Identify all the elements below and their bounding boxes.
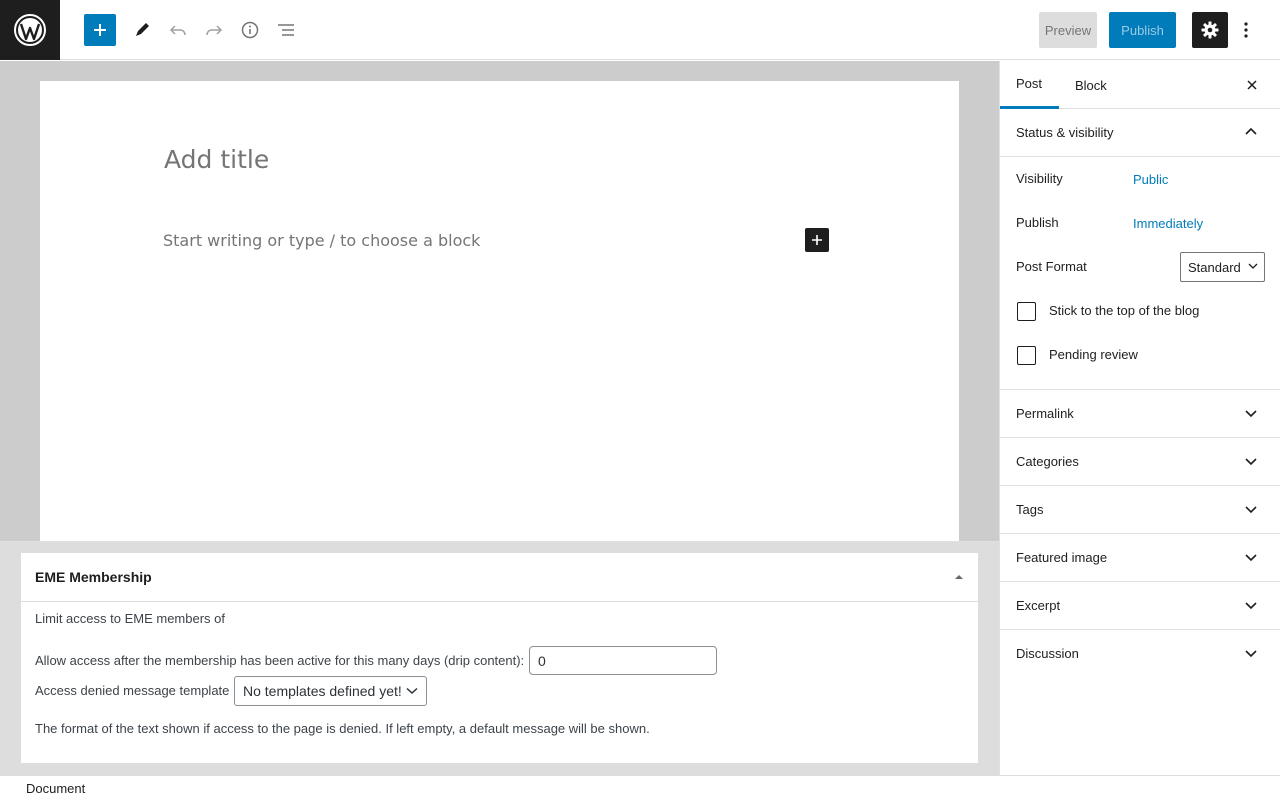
tab-block[interactable]: Block (1059, 61, 1123, 109)
pending-review-checkbox[interactable] (1017, 346, 1036, 365)
template-select[interactable]: No templates defined yet! (234, 676, 427, 706)
chevron-down-icon (406, 687, 418, 695)
sticky-checkbox[interactable] (1017, 302, 1036, 321)
panel-permalink-toggle[interactable]: Permalink (1000, 390, 1280, 438)
panel-excerpt-label: Excerpt (1016, 598, 1061, 613)
close-sidebar-button[interactable] (1240, 73, 1264, 97)
more-options-button[interactable] (1234, 14, 1258, 46)
panel-categories-label: Categories (1016, 454, 1079, 469)
panel-discussion-toggle[interactable]: Discussion (1000, 630, 1280, 678)
post-format-value: Standard (1188, 259, 1241, 275)
publish-date-label: Publish (1016, 215, 1059, 230)
info-icon (241, 21, 259, 39)
wordpress-logo-icon[interactable] (0, 0, 60, 60)
chevron-down-icon (1245, 602, 1257, 610)
tab-post[interactable]: Post (1000, 61, 1059, 109)
panel-categories-toggle[interactable]: Categories (1000, 438, 1280, 486)
sidebar-tabs: Post Block (1000, 61, 1280, 109)
undo-icon (169, 25, 186, 36)
tools-button[interactable] (126, 14, 158, 46)
drip-days-input[interactable] (529, 646, 717, 675)
panel-featured-image-label: Featured image (1016, 550, 1108, 565)
publish-button[interactable]: Publish (1109, 12, 1176, 48)
pending-review-label: Pending review (1049, 347, 1138, 362)
post-title-input[interactable]: Add title (164, 145, 269, 174)
chevron-up-icon (1245, 127, 1257, 135)
add-block-button[interactable] (84, 14, 116, 46)
panel-permalink-label: Permalink (1016, 406, 1074, 421)
chevron-down-icon (1245, 458, 1257, 466)
drip-content-label: Allow access after the membership has be… (35, 653, 525, 668)
template-label: Access denied message template (35, 683, 230, 698)
chevron-down-icon (1245, 506, 1257, 514)
chevron-down-icon (1245, 650, 1257, 658)
limit-access-text: Limit access to EME members of (35, 611, 225, 626)
panel-excerpt-toggle[interactable]: Excerpt (1000, 582, 1280, 630)
details-button[interactable] (234, 14, 266, 46)
preview-button[interactable]: Preview (1039, 12, 1097, 48)
redo-button[interactable] (198, 14, 230, 46)
breadcrumb[interactable]: Document (26, 781, 85, 796)
tab-block-label: Block (1075, 77, 1107, 93)
plus-icon (812, 235, 822, 245)
post-format-select[interactable]: Standard (1180, 252, 1265, 282)
format-help-text: The format of the text shown if access t… (35, 721, 650, 736)
plus-icon (94, 24, 106, 36)
redo-icon (206, 25, 223, 36)
eme-membership-metabox: EME Membership Limit access to EME membe… (20, 552, 979, 764)
list-view-icon (278, 24, 294, 36)
panel-status-visibility-toggle[interactable]: Status & visibility (1000, 109, 1280, 157)
settings-sidebar: Post Block Status & visibility Visibilit… (999, 61, 1280, 775)
metabox-title: EME Membership (35, 569, 152, 585)
close-icon (1247, 80, 1257, 90)
panel-tags-toggle[interactable]: Tags (1000, 486, 1280, 534)
post-format-label: Post Format (1016, 259, 1087, 274)
editor-header: Preview Publish (0, 0, 1280, 60)
panel-status-visibility-label: Status & visibility (1016, 125, 1114, 140)
gear-icon (1201, 21, 1219, 39)
template-select-value: No templates defined yet! (243, 683, 402, 699)
panel-tags-label: Tags (1016, 502, 1044, 517)
visibility-toggle[interactable]: Public (1133, 172, 1168, 187)
more-vertical-icon (1244, 22, 1248, 38)
undo-button[interactable] (162, 14, 194, 46)
list-view-button[interactable] (270, 14, 302, 46)
panel-featured-image-toggle[interactable]: Featured image (1000, 534, 1280, 582)
visibility-label: Visibility (1016, 171, 1063, 186)
chevron-down-icon (1248, 263, 1258, 269)
sticky-label: Stick to the top of the blog (1049, 303, 1200, 318)
panel-discussion-label: Discussion (1016, 646, 1079, 661)
editor-footer: Document (0, 775, 1280, 800)
chevron-down-icon (1245, 410, 1257, 418)
default-block-appender[interactable]: Start writing or type / to choose a bloc… (163, 231, 480, 250)
settings-button[interactable] (1192, 12, 1228, 48)
metabox-header[interactable]: EME Membership (21, 553, 978, 602)
pencil-icon (136, 23, 149, 36)
chevron-down-icon (1245, 554, 1257, 562)
caret-up-icon[interactable] (954, 572, 964, 582)
block-inserter-button[interactable] (805, 228, 829, 252)
tab-post-label: Post (1016, 76, 1043, 91)
publish-date-toggle[interactable]: Immediately (1133, 216, 1203, 231)
